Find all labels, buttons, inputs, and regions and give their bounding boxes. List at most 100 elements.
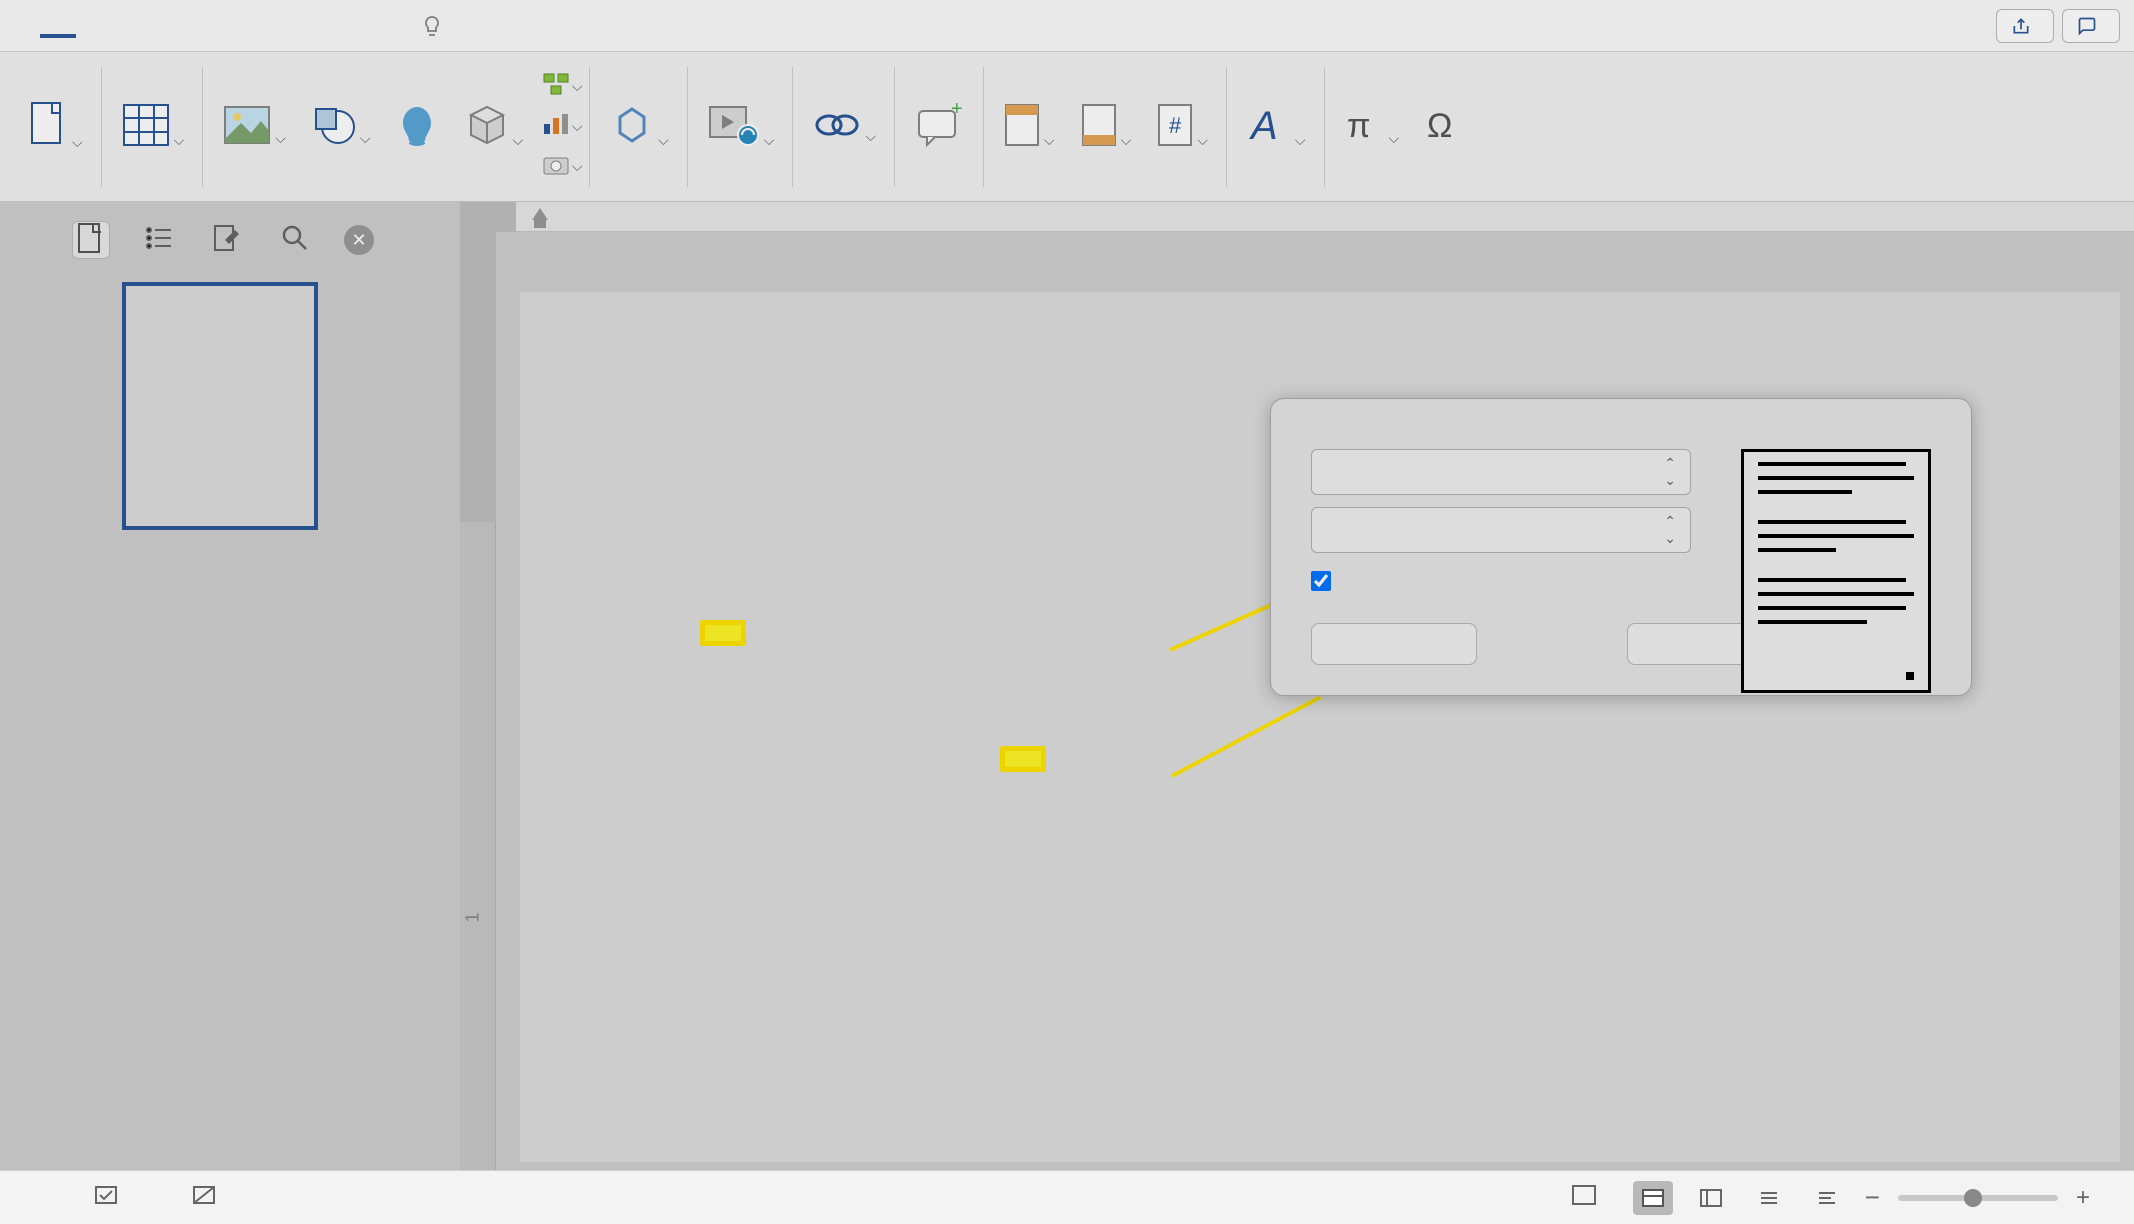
text-icon: A: [1245, 101, 1293, 149]
ribbon: ⌵ ⌵ ⌵ ⌵ ⌵ ⌵ ⌵ ⌵ ⌵ ⌵ ⌵ +: [0, 52, 2134, 202]
chevron-down-icon: ⌵: [572, 158, 583, 175]
find-button[interactable]: [276, 221, 314, 259]
cube-icon: [463, 101, 511, 149]
comment-icon: [2077, 16, 2097, 36]
zoom-knob[interactable]: [1964, 1189, 1982, 1207]
svg-text:+: +: [951, 101, 963, 120]
outline-layout-view[interactable]: [1749, 1181, 1789, 1215]
media-icon: [706, 101, 762, 149]
web-layout-view[interactable]: [1691, 1181, 1731, 1215]
share-icon: [2011, 16, 2031, 36]
tab-acrobat[interactable]: [364, 16, 400, 36]
tab-design[interactable]: [112, 16, 148, 36]
page-thumbnail[interactable]: [122, 282, 318, 530]
tab-view[interactable]: [292, 16, 328, 36]
alignment-select[interactable]: ⌃⌄: [1311, 507, 1691, 553]
page-icon: [26, 99, 70, 151]
ribbon-pictures[interactable]: ⌵: [209, 103, 298, 151]
ribbon-shapes[interactable]: ⌵: [298, 103, 383, 151]
updown-icon: ⌃⌄: [1664, 455, 1676, 489]
chevron-down-icon: ⌵: [572, 78, 583, 95]
callout-alignment: [1000, 746, 1046, 772]
addins-icon: [608, 101, 656, 149]
thumbnail-panel: [100, 282, 340, 540]
outline-view-button[interactable]: [140, 221, 178, 259]
camera-icon: [542, 152, 570, 181]
svg-text:#: #: [1169, 113, 1182, 138]
chevron-down-icon: ⌵: [174, 132, 185, 149]
chevron-down-icon: ⌵: [360, 130, 371, 147]
ribbon-addins[interactable]: ⌵: [596, 101, 681, 153]
dialog-title: [1271, 399, 1971, 427]
checkbox-input[interactable]: [1311, 571, 1331, 591]
list-icon: [145, 226, 173, 255]
close-pane-button[interactable]: ✕: [344, 225, 374, 255]
footer-icon: [1079, 101, 1119, 149]
work-area: ✕ 1 2 ⌃⌄: [0, 202, 2134, 1170]
tab-layout[interactable]: [148, 16, 184, 36]
spellcheck-icon[interactable]: [94, 1183, 122, 1213]
chevron-down-icon: ⌵: [764, 132, 775, 149]
table-icon: [120, 101, 172, 149]
smartart-button[interactable]: ⌵: [541, 69, 583, 105]
draft-layout-view[interactable]: [1807, 1181, 1847, 1215]
ribbon-media[interactable]: ⌵: [694, 101, 787, 153]
focus-icon[interactable]: [1571, 1184, 1597, 1212]
position-select[interactable]: ⌃⌄: [1311, 449, 1691, 495]
tab-references[interactable]: [184, 16, 220, 36]
edit-icon: [213, 224, 241, 257]
tab-mailings[interactable]: [220, 16, 256, 36]
zoom-out-button[interactable]: −: [1865, 1182, 1880, 1213]
chevron-down-icon: ⌵: [513, 132, 524, 149]
callout-position: [700, 620, 746, 646]
shapes-icon: [310, 103, 358, 147]
tab-home[interactable]: [4, 16, 40, 36]
link-icon: [811, 105, 863, 145]
tell-me[interactable]: [420, 14, 454, 38]
svg-text:π: π: [1347, 107, 1370, 145]
ribbon-symbol[interactable]: Ω: [1411, 103, 1479, 151]
reviewing-pane-button[interactable]: [208, 221, 246, 259]
tab-review[interactable]: [256, 16, 292, 36]
chevron-down-icon: ⌵: [572, 118, 583, 135]
chart-button[interactable]: ⌵: [541, 109, 583, 145]
ribbon-links[interactable]: ⌵: [799, 105, 888, 149]
ribbon-equation[interactable]: π⌵: [1331, 103, 1412, 151]
ribbon-pages[interactable]: ⌵: [14, 99, 95, 155]
zoom-slider[interactable]: [1898, 1195, 2058, 1201]
vertical-ruler[interactable]: 1 2: [460, 232, 496, 1170]
search-icon: [281, 224, 309, 257]
comment-new-icon: +: [913, 101, 965, 149]
tab-draw[interactable]: [76, 16, 112, 36]
updown-icon: ⌃⌄: [1664, 513, 1676, 547]
ribbon-3dmodels[interactable]: ⌵: [451, 101, 536, 153]
ribbon-icons[interactable]: [383, 103, 451, 151]
svg-text:Ω: Ω: [1427, 107, 1452, 145]
ribbon-pagenumber[interactable]: #⌵: [1143, 101, 1220, 153]
ribbon-table[interactable]: ⌵: [108, 101, 197, 153]
share-button[interactable]: [1996, 9, 2054, 43]
chevron-down-icon: ⌵: [1044, 132, 1055, 149]
document-icon: [77, 222, 105, 259]
ribbon-text[interactable]: A⌵: [1233, 101, 1318, 153]
preview-page-number: [1906, 672, 1914, 680]
tab-developer[interactable]: [328, 16, 364, 36]
ribbon-comment[interactable]: +: [901, 101, 977, 153]
format-button[interactable]: [1311, 623, 1477, 665]
chevron-down-icon: ⌵: [1197, 132, 1208, 149]
chevron-down-icon: ⌵: [1389, 130, 1400, 147]
icons-icon: [395, 103, 439, 147]
svg-text:A: A: [1249, 104, 1278, 148]
comments-button[interactable]: [2062, 9, 2120, 43]
tab-insert[interactable]: [40, 14, 76, 38]
thumbnails-view-button[interactable]: [72, 221, 110, 259]
screenshot-button[interactable]: ⌵: [541, 149, 583, 185]
accessibility-icon[interactable]: [190, 1183, 218, 1213]
pagenumber-icon: #: [1155, 101, 1195, 149]
indent-marker-icon[interactable]: [530, 206, 550, 230]
ribbon-header[interactable]: ⌵: [990, 101, 1067, 153]
ribbon-footer[interactable]: ⌵: [1067, 101, 1144, 153]
print-layout-view[interactable]: [1633, 1181, 1673, 1215]
zoom-in-button[interactable]: +: [2076, 1184, 2090, 1212]
horizontal-ruler[interactable]: [460, 202, 2134, 232]
